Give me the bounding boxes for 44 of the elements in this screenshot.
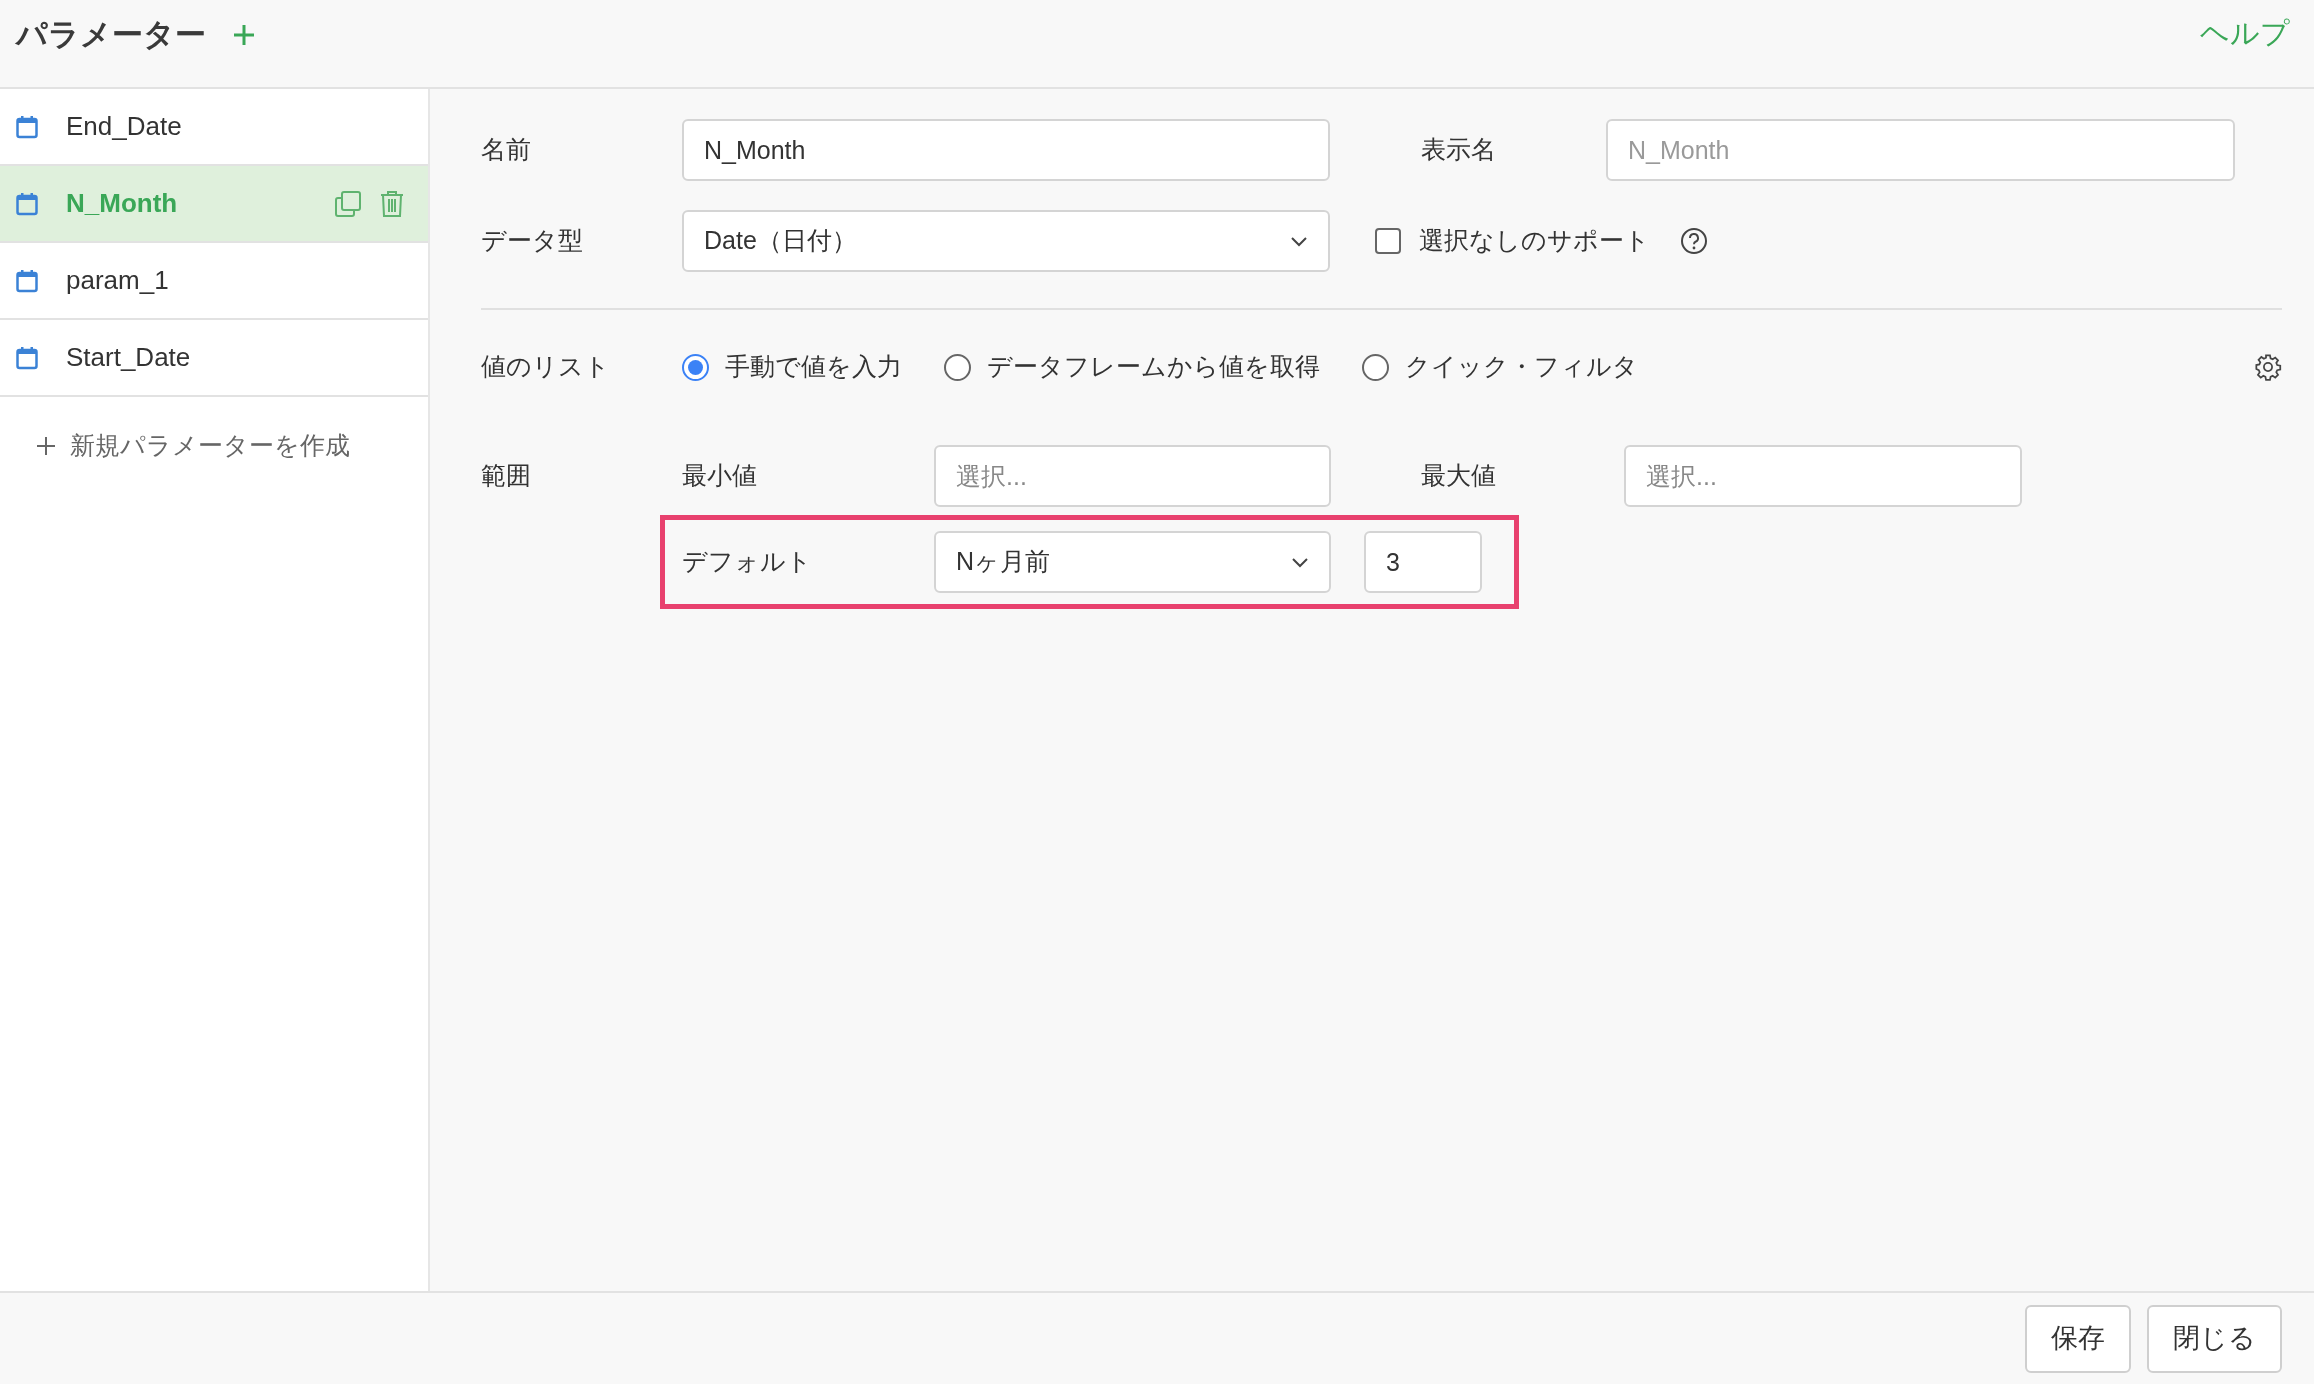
- field-label: 最小値: [682, 460, 758, 492]
- data-type-select[interactable]: Date（日付）: [682, 210, 1330, 272]
- calendar-icon: [16, 345, 38, 370]
- display-name-input[interactable]: N_Month: [1606, 119, 2235, 181]
- select-value: Nヶ月前: [956, 546, 1051, 578]
- field-label: デフォルト: [682, 546, 813, 578]
- create-parameter-text: 新規パラメーターを作成: [70, 430, 350, 461]
- radio-label: データフレームから値を取得: [987, 351, 1320, 383]
- help-icon[interactable]: [1680, 227, 1708, 255]
- field-label: 名前: [481, 134, 532, 166]
- radio-button[interactable]: [682, 353, 709, 381]
- parameter-name: Start_Date: [66, 341, 191, 374]
- radio-label: 手動で値を入力: [725, 351, 902, 383]
- support-none-checkbox[interactable]: [1375, 228, 1401, 254]
- plus-icon: [36, 435, 56, 456]
- plus-icon[interactable]: [232, 23, 256, 48]
- default-select[interactable]: Nヶ月前: [934, 531, 1331, 593]
- chevron-down-icon: [1291, 556, 1309, 568]
- min-value-input[interactable]: 選択...: [934, 445, 1331, 507]
- field-label: 範囲: [481, 460, 532, 492]
- field-label: 値のリスト: [481, 351, 611, 383]
- parameter-name: param_1: [66, 264, 169, 297]
- field-label: 最大値: [1421, 460, 1497, 492]
- parameter-name: N_Month: [66, 187, 178, 220]
- calendar-icon: [16, 114, 38, 139]
- calendar-icon: [16, 268, 38, 293]
- footer-button[interactable]: 保存: [2025, 1304, 2131, 1373]
- select-value: Date（日付）: [704, 225, 857, 257]
- name-input[interactable]: N_Month: [682, 119, 1330, 181]
- footer-button[interactable]: 閉じる: [2147, 1304, 2282, 1373]
- parameter-name: End_Date: [66, 110, 182, 143]
- radio-button[interactable]: [944, 353, 971, 381]
- settings-icon[interactable]: [2254, 353, 2282, 381]
- radio-button[interactable]: [1362, 353, 1389, 381]
- checkbox-label: 選択なしのサポート: [1419, 225, 1650, 257]
- field-label: 表示名: [1421, 134, 1497, 166]
- number-input[interactable]: 3: [1364, 531, 1482, 593]
- radio-label: クイック・フィルタ: [1405, 351, 1638, 383]
- field-label: データ型: [481, 225, 584, 257]
- calendar-icon: [16, 191, 38, 216]
- create-parameter-link[interactable]: 新規パラメーターを作成: [0, 427, 428, 465]
- max-value-input[interactable]: 選択...: [1624, 445, 2022, 507]
- chevron-down-icon: [1290, 235, 1308, 247]
- page-title: パラメーター: [16, 16, 206, 54]
